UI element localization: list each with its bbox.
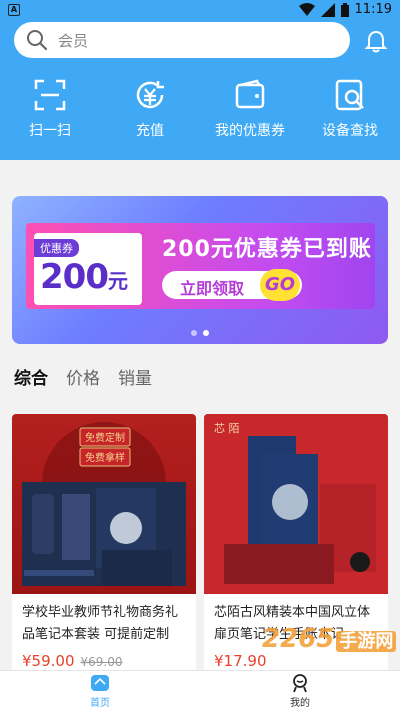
sort-tabs: 综合 价格 销量 bbox=[14, 364, 152, 389]
quick-nav-device-search[interactable]: 设备查找 bbox=[302, 78, 398, 148]
tab-price[interactable]: 价格 bbox=[66, 364, 100, 389]
home-icon bbox=[91, 674, 109, 691]
product-image-illustration: 芯 陌 bbox=[204, 414, 388, 594]
product-card[interactable]: 免费定制 免费拿样 学校毕业教师节礼物商务礼品笔记本套装 可提前定制 ¥59.0… bbox=[12, 414, 196, 670]
coupon-amount: 200元 bbox=[40, 257, 128, 297]
promo-banner[interactable]: 优惠券 200元 200元优惠券已到账 立即领取 GO bbox=[12, 196, 388, 344]
header: 会员 扫一扫 充值 我的优惠券 设备查找 bbox=[0, 20, 400, 160]
carousel-dot-active[interactable] bbox=[203, 330, 209, 336]
profile-icon bbox=[293, 673, 307, 692]
banner-headline: 200元优惠券已到账 bbox=[162, 237, 372, 262]
device-search-icon bbox=[335, 79, 364, 111]
image-caption-brand: 芯 陌 bbox=[214, 421, 240, 435]
image-caption-custom: 免费定制 bbox=[85, 431, 125, 444]
claim-now-button[interactable]: 立即领取 GO bbox=[162, 269, 302, 301]
price-row: ¥59.00 ¥69.00 bbox=[22, 652, 123, 670]
recharge-icon bbox=[136, 81, 164, 109]
quick-nav-label: 我的优惠券 bbox=[215, 123, 285, 139]
tab-label: 我的 bbox=[290, 697, 310, 709]
quick-nav-coupons[interactable]: 我的优惠券 bbox=[202, 78, 298, 148]
quick-nav-label: 充值 bbox=[136, 123, 164, 139]
main-content: 优惠券 200元 200元优惠券已到账 立即领取 GO 综合 价格 销量 免费定… bbox=[0, 160, 400, 670]
search-icon bbox=[27, 30, 48, 51]
tab-profile[interactable]: 我的 bbox=[200, 671, 400, 710]
quick-nav: 扫一扫 充值 我的优惠券 设备查找 bbox=[0, 78, 400, 148]
product-image: 芯 陌 bbox=[204, 414, 388, 594]
quick-nav-label: 设备查找 bbox=[322, 123, 378, 139]
search-input[interactable]: 会员 bbox=[14, 22, 350, 58]
watermark-number: 2265 bbox=[262, 624, 335, 654]
watermark-suffix: 手游网 bbox=[336, 631, 397, 652]
banner-panel: 优惠券 200元 200元优惠券已到账 立即领取 GO bbox=[26, 223, 375, 309]
status-bar: A 11:19 bbox=[0, 0, 400, 20]
tab-home[interactable]: 首页 bbox=[0, 671, 200, 710]
coupon-unit: 元 bbox=[107, 269, 128, 293]
signal-icon bbox=[320, 2, 335, 17]
coupon-amount-value: 200 bbox=[40, 257, 109, 297]
wallet-icon bbox=[235, 79, 265, 109]
wifi-icon bbox=[298, 2, 315, 16]
product-image: 免费定制 免费拿样 bbox=[12, 414, 196, 594]
go-badge: GO bbox=[260, 269, 300, 301]
quick-nav-label: 扫一扫 bbox=[29, 123, 71, 139]
tab-comprehensive[interactable]: 综合 bbox=[14, 364, 48, 389]
bottom-tab-bar: 首页 我的 bbox=[0, 670, 400, 710]
tab-label: 首页 bbox=[90, 697, 110, 709]
coupon-card: 优惠券 200元 bbox=[34, 233, 142, 305]
product-image-illustration: 免费定制 免费拿样 bbox=[22, 422, 186, 586]
battery-icon bbox=[340, 2, 349, 17]
tab-sales[interactable]: 销量 bbox=[118, 364, 152, 389]
system-icons: 11:19 bbox=[298, 2, 392, 17]
scan-icon bbox=[34, 79, 66, 111]
product-price: ¥59.00 bbox=[22, 652, 75, 670]
quick-nav-recharge[interactable]: 充值 bbox=[102, 78, 198, 148]
product-title: 学校毕业教师节礼物商务礼品笔记本套装 可提前定制 bbox=[22, 605, 179, 642]
original-price: ¥69.00 bbox=[80, 655, 123, 669]
site-watermark: 2265 手游网 bbox=[262, 624, 397, 654]
bell-icon[interactable] bbox=[364, 30, 388, 54]
carousel-indicator bbox=[12, 330, 388, 336]
price-row: ¥17.90 bbox=[214, 652, 267, 670]
coupon-tag: 优惠券 bbox=[34, 239, 79, 257]
quick-nav-scan[interactable]: 扫一扫 bbox=[2, 78, 98, 148]
claim-now-label: 立即领取 bbox=[180, 279, 245, 298]
search-placeholder: 会员 bbox=[58, 31, 89, 50]
app-notification-icon: A bbox=[8, 4, 20, 16]
clock: 11:19 bbox=[354, 2, 392, 17]
carousel-dot[interactable] bbox=[191, 330, 197, 336]
product-price: ¥17.90 bbox=[214, 652, 267, 670]
image-caption-sample: 免费拿样 bbox=[85, 451, 125, 464]
